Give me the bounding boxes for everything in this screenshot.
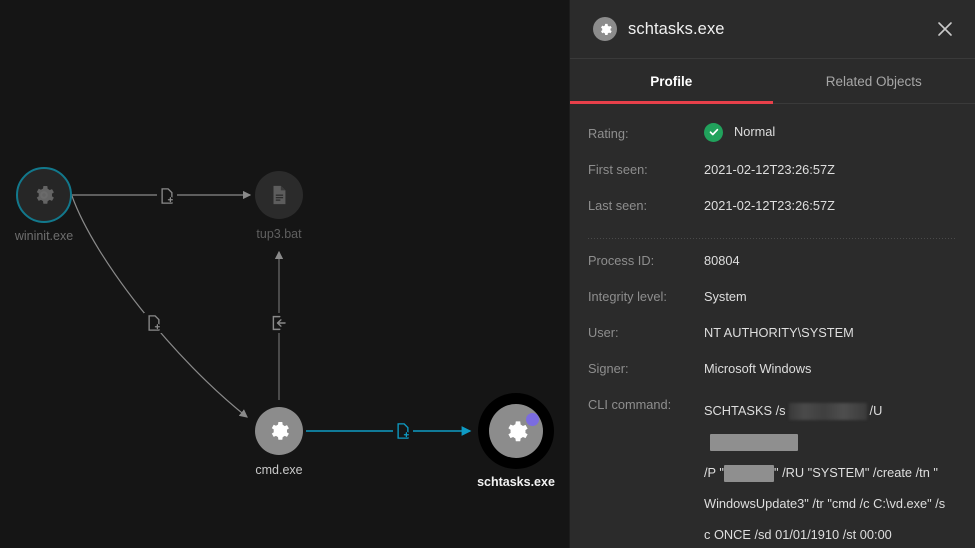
check-glyph: [709, 128, 718, 136]
field-label: First seen:: [588, 162, 648, 177]
node-circle[interactable]: [255, 171, 303, 219]
node-label: wininit.exe: [14, 229, 74, 243]
cli-text: /U: [869, 403, 883, 418]
panel-tabs: Profile Related Objects: [570, 59, 975, 104]
field-integrity-level: Integrity level: System: [570, 285, 975, 321]
file-create-icon: [161, 188, 174, 204]
field-label: Last seen:: [588, 198, 648, 213]
field-cli-command: CLI command: SCHTASKS /s/U /P " " /RU "SY…: [570, 393, 975, 548]
cli-line-3: WindowsUpdate3" /tr "cmd /c C:\vd.exe" /…: [704, 496, 946, 511]
cli-line-2: /P " " /RU "SYSTEM" /create /tn ": [704, 457, 957, 488]
node-circle[interactable]: [489, 404, 543, 458]
edge-file-create-icon-wininit-tup3[interactable]: [157, 186, 177, 206]
field-label: User:: [588, 325, 619, 340]
rating-text: Normal: [734, 124, 776, 139]
edge-file-create-icon-cmd-schtasks[interactable]: [393, 421, 413, 441]
redacted-block-user: [710, 434, 798, 452]
field-value: NT AUTHORITY\SYSTEM: [704, 325, 854, 340]
field-signer: Signer: Microsoft Windows: [570, 357, 975, 393]
panel-body: Rating: Normal First seen: 2021-02-12T23…: [570, 104, 975, 548]
gear-glyph: [600, 23, 612, 35]
file-create-icon: [397, 423, 410, 439]
field-first-seen: First seen: 2021-02-12T23:26:57Z: [570, 158, 975, 194]
check-circle-icon: [704, 122, 723, 142]
gear-icon: [36, 186, 54, 204]
field-value: 80804: [704, 253, 740, 268]
file-icon: [273, 185, 286, 205]
cli-text: " /RU "SYSTEM" /create /tn ": [773, 465, 938, 480]
node-label: cmd.exe: [255, 463, 303, 477]
field-process-id: Process ID: 80804: [570, 249, 975, 285]
field-rating: Rating: Normal: [570, 122, 975, 158]
cli-text: SCHTASKS /s: [704, 403, 786, 418]
node-label: tup3.bat: [256, 227, 302, 241]
field-value: 2021-02-12T23:26:57Z: [704, 162, 835, 177]
field-value: System: [704, 289, 747, 304]
gear-icon: [593, 17, 617, 41]
field-value: SCHTASKS /s/U /P " " /RU "SYSTEM" /create…: [704, 393, 957, 548]
process-graph-app: wininit.exe tup3.bat cmd.exe schtasks.ex…: [0, 0, 975, 548]
tab-related-objects[interactable]: Related Objects: [773, 59, 975, 103]
field-last-seen: Last seen: 2021-02-12T23:26:57Z: [570, 194, 975, 230]
field-value: Normal: [704, 122, 775, 142]
node-label: schtasks.exe: [477, 475, 555, 489]
node-circle[interactable]: [255, 407, 303, 455]
cli-line-1: SCHTASKS /s/U: [704, 395, 957, 457]
gear-icon: [271, 422, 289, 440]
field-label: Signer:: [588, 361, 629, 376]
section-divider: [588, 238, 957, 239]
field-label: CLI command:: [588, 397, 672, 412]
edge-file-create-icon-wininit-cmd[interactable]: [144, 313, 164, 333]
field-user: User: NT AUTHORITY\SYSTEM: [570, 321, 975, 357]
node-circle[interactable]: [16, 167, 72, 223]
close-icon[interactable]: [931, 15, 959, 43]
process-exec-icon: [272, 315, 286, 331]
field-value: 2021-02-12T23:26:57Z: [704, 198, 835, 213]
redacted-block-password: [723, 465, 774, 483]
field-label: Process ID:: [588, 253, 655, 268]
edge-process-exec-icon-cmd-tup3[interactable]: [269, 313, 289, 333]
file-create-icon: [148, 315, 161, 331]
detail-panel: schtasks.exe Profile Related Objects Rat…: [569, 0, 975, 548]
panel-header: schtasks.exe: [570, 0, 975, 59]
node-badge-icon: [526, 413, 539, 426]
field-label: Rating:: [588, 126, 629, 141]
cli-line-4: c ONCE /sd 01/01/1910 /st 00:00: [704, 527, 892, 542]
redacted-block-server: [788, 403, 867, 421]
close-glyph: [938, 22, 952, 36]
graph-canvas[interactable]: wininit.exe tup3.bat cmd.exe schtasks.ex…: [0, 0, 569, 548]
field-value: Microsoft Windows: [704, 361, 812, 376]
tab-profile[interactable]: Profile: [570, 59, 773, 104]
panel-title: schtasks.exe: [628, 19, 725, 38]
field-label: Integrity level:: [588, 289, 667, 304]
cli-text: /P ": [704, 465, 724, 480]
